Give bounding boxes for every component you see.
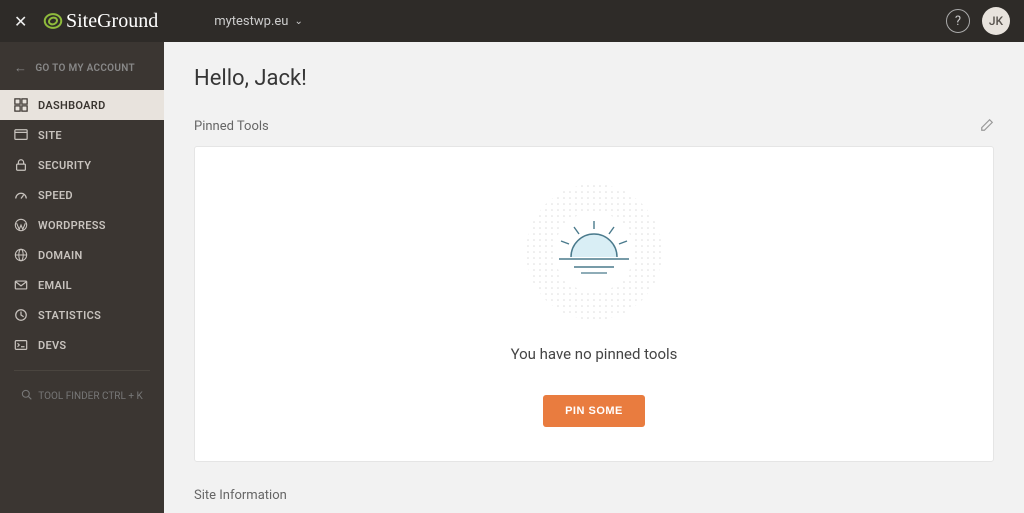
close-icon[interactable]: ✕ <box>14 12 42 31</box>
sidebar-item-label: DEVS <box>38 339 66 352</box>
clock-icon <box>14 308 28 322</box>
finder-label: TOOL FINDER CTRL + K <box>38 391 143 402</box>
brand-text: SiteGround <box>66 10 158 33</box>
section-title: Site Information <box>194 488 287 503</box>
sidebar-item-domain[interactable]: DOMAIN <box>0 240 164 270</box>
terminal-icon <box>14 338 28 352</box>
pin-some-button[interactable]: PIN SOME <box>543 395 645 427</box>
site-selected-label: mytestwp.eu <box>214 14 288 29</box>
arrow-left-icon: ← <box>14 60 27 76</box>
sunrise-illustration <box>519 177 669 327</box>
avatar[interactable]: JK <box>982 7 1010 35</box>
sidebar-divider <box>14 370 150 371</box>
sidebar-nav: DASHBOARD SITE SECURITY SPEED <box>0 90 164 360</box>
pinned-tools-card: You have no pinned tools PIN SOME <box>194 146 994 462</box>
sidebar-item-site[interactable]: SITE <box>0 120 164 150</box>
sidebar-item-dashboard[interactable]: DASHBOARD <box>0 90 164 120</box>
sidebar-item-wordpress[interactable]: WORDPRESS <box>0 210 164 240</box>
brand-logo[interactable]: SiteGround <box>42 10 158 33</box>
sidebar-item-statistics[interactable]: STATISTICS <box>0 300 164 330</box>
sidebar-item-label: DOMAIN <box>38 249 83 262</box>
section-title: Pinned Tools <box>194 119 269 134</box>
back-to-account-link[interactable]: ← GO TO MY ACCOUNT <box>0 52 164 84</box>
gauge-icon <box>14 188 28 202</box>
dashboard-icon <box>14 98 28 112</box>
tool-finder-link[interactable]: TOOL FINDER CTRL + K <box>0 381 164 411</box>
help-icon[interactable]: ? <box>946 9 970 33</box>
chevron-down-icon: ⌄ <box>294 16 302 27</box>
page-title: Hello, Jack! <box>194 66 994 91</box>
sidebar-item-label: EMAIL <box>38 279 72 292</box>
sidebar-item-security[interactable]: SECURITY <box>0 150 164 180</box>
sidebar-item-label: DASHBOARD <box>38 99 106 112</box>
site-selector[interactable]: mytestwp.eu ⌄ <box>214 14 303 29</box>
lock-icon <box>14 158 28 172</box>
sidebar-item-label: SPEED <box>38 189 73 202</box>
sidebar-item-label: SITE <box>38 129 62 142</box>
sidebar-item-devs[interactable]: DEVS <box>0 330 164 360</box>
wordpress-icon <box>14 218 28 232</box>
logo-icon <box>42 10 64 32</box>
pencil-icon[interactable] <box>980 117 994 136</box>
empty-state-text: You have no pinned tools <box>215 345 973 363</box>
sidebar-item-speed[interactable]: SPEED <box>0 180 164 210</box>
sidebar: ← GO TO MY ACCOUNT DASHBOARD SITE SECU <box>0 42 164 513</box>
sidebar-item-label: STATISTICS <box>38 309 101 322</box>
search-icon <box>21 389 32 403</box>
site-info-header: Site Information <box>194 488 994 503</box>
sidebar-item-label: WORDPRESS <box>38 219 106 232</box>
site-icon <box>14 128 28 142</box>
main-content: Hello, Jack! Pinned Tools <box>164 42 1024 513</box>
globe-icon <box>14 248 28 262</box>
top-bar: ✕ SiteGround mytestwp.eu ⌄ ? JK <box>0 0 1024 42</box>
pinned-tools-header: Pinned Tools <box>194 117 994 136</box>
back-label: GO TO MY ACCOUNT <box>35 63 135 74</box>
sidebar-item-label: SECURITY <box>38 159 91 172</box>
mail-icon <box>14 278 28 292</box>
sidebar-item-email[interactable]: EMAIL <box>0 270 164 300</box>
